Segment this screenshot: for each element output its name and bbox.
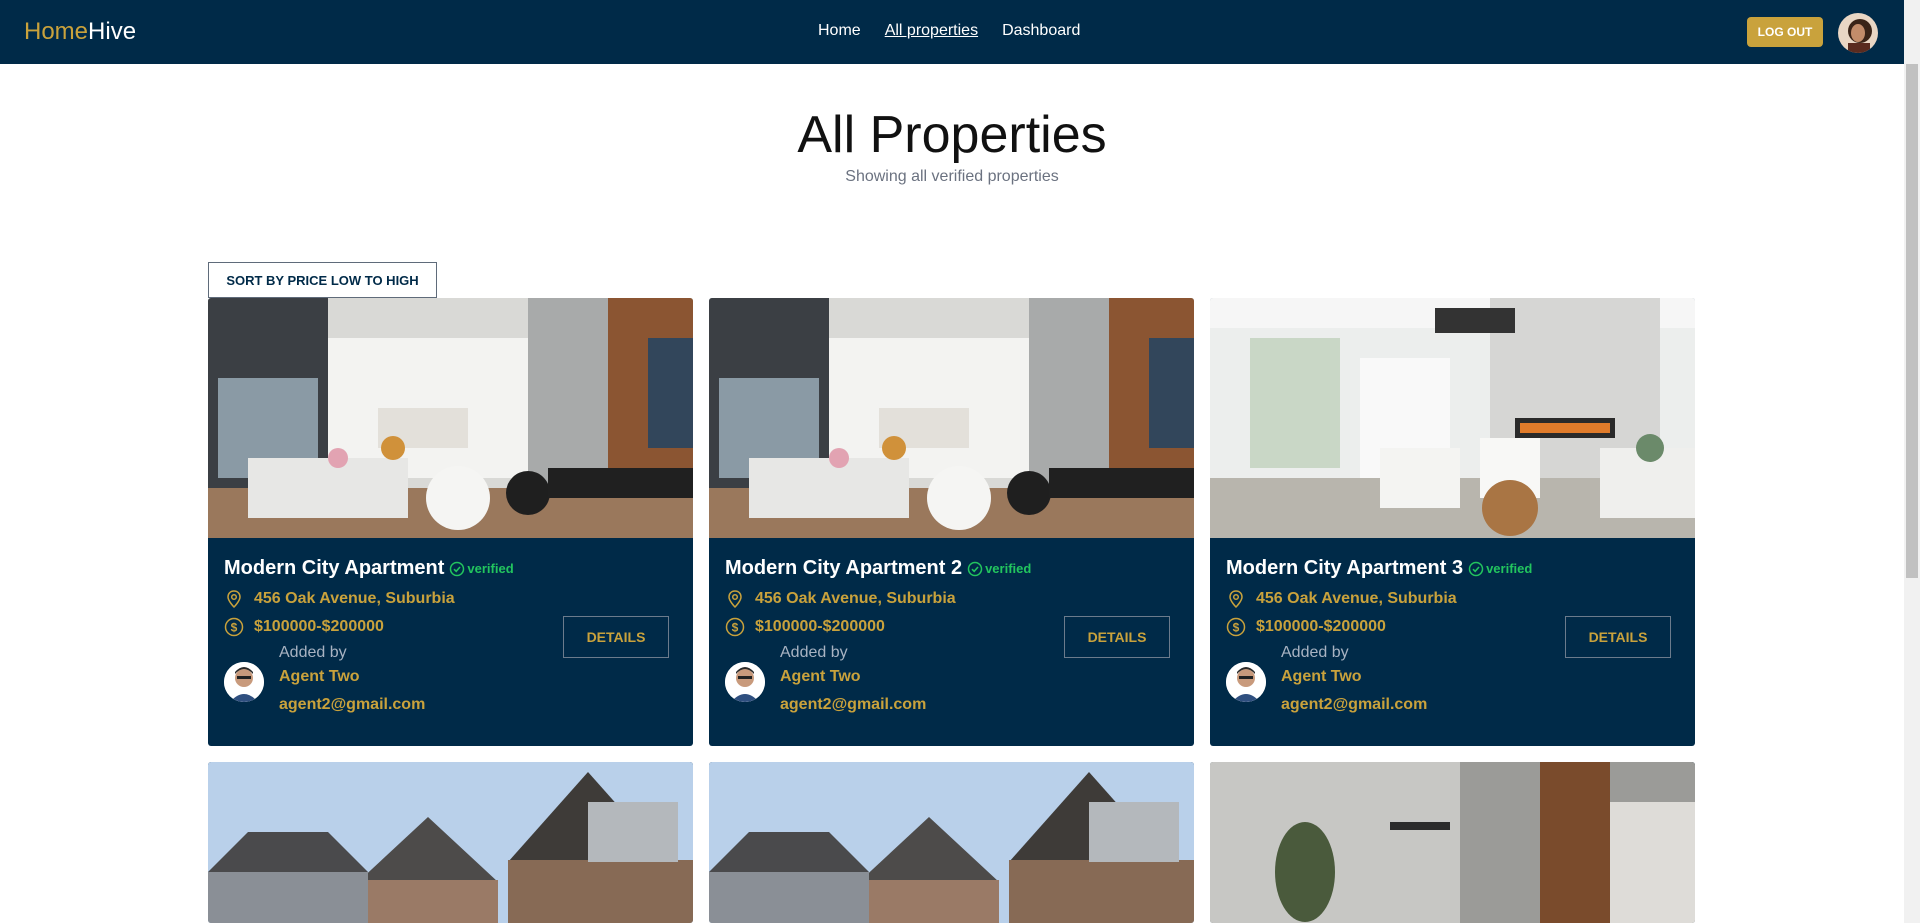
check-circle-icon <box>967 561 983 576</box>
agent-avatar <box>1226 662 1266 702</box>
svg-text:$: $ <box>1233 621 1240 635</box>
price-text: $100000-$200000 <box>755 618 885 635</box>
property-title: Modern City Apartment verified <box>224 557 514 580</box>
check-circle-icon <box>450 561 465 576</box>
price-text: $100000-$200000 <box>254 618 384 635</box>
nav-home[interactable]: Home <box>818 22 861 40</box>
agent-name: Agent Two <box>1281 668 1362 685</box>
property-price: $ $100000-$200000 <box>1226 617 1386 637</box>
property-card: Modern City Apartment 3 verified 456 Oak… <box>1210 298 1695 746</box>
dollar-circle-icon: $ <box>725 617 745 637</box>
property-title-text: Modern City Apartment 3 <box>1226 557 1464 579</box>
nav-links: Home All properties Dashboard <box>818 22 1080 40</box>
page-title: All Properties <box>797 106 1107 164</box>
property-card <box>709 762 1194 923</box>
price-text: $100000-$200000 <box>1256 618 1386 635</box>
brand-part-hive: Hive <box>88 18 137 45</box>
property-location: 456 Oak Avenue, Suburbia <box>224 589 455 609</box>
location-text: 456 Oak Avenue, Suburbia <box>254 590 455 607</box>
property-card-body: Modern City Apartment 3 verified 456 Oak… <box>1210 538 1695 746</box>
property-title-text: Modern City Apartment <box>224 557 445 579</box>
added-by-label: Added by <box>780 644 848 661</box>
logout-button[interactable]: LOG OUT <box>1747 17 1823 47</box>
location-pin-icon <box>1229 590 1243 609</box>
agent-avatar <box>725 662 765 702</box>
agent-email: agent2@gmail.com <box>1281 696 1428 713</box>
property-image <box>1210 298 1695 538</box>
details-button[interactable]: DETAILS <box>563 616 669 658</box>
property-price: $ $100000-$200000 <box>224 617 384 637</box>
property-card: Modern City Apartment verified 456 Oak A… <box>208 298 693 746</box>
check-circle-icon <box>1468 561 1484 576</box>
property-image <box>709 762 1194 923</box>
property-title: Modern City Apartment 2 verified <box>725 557 1031 580</box>
nav-dashboard[interactable]: Dashboard <box>1002 22 1080 40</box>
location-pin-icon <box>728 590 742 609</box>
property-title: Modern City Apartment 3 verified <box>1226 557 1532 580</box>
page-scrollbar-thumb[interactable] <box>1906 64 1918 578</box>
property-image <box>709 298 1194 538</box>
property-title-text: Modern City Apartment 2 <box>725 557 963 579</box>
property-price: $ $100000-$200000 <box>725 617 885 637</box>
svg-text:$: $ <box>231 621 238 635</box>
property-card-body: Modern City Apartment verified 456 Oak A… <box>208 538 693 746</box>
user-avatar[interactable] <box>1838 13 1878 53</box>
navbar: HomeHive Home All properties Dashboard L… <box>0 0 1904 64</box>
agent-name: Agent Two <box>780 668 861 685</box>
verified-label: verified <box>985 561 1032 576</box>
property-image <box>208 762 693 923</box>
added-by-label: Added by <box>279 644 347 661</box>
property-image <box>208 298 693 538</box>
verified-label: verified <box>1486 561 1533 576</box>
verified-badge: verified <box>1468 561 1532 577</box>
nav-all-properties[interactable]: All properties <box>885 22 978 40</box>
property-image <box>1210 762 1695 923</box>
brand-part-home: Home <box>24 18 89 45</box>
property-card <box>208 762 693 923</box>
property-card <box>1210 762 1695 923</box>
dollar-circle-icon: $ <box>224 617 244 637</box>
property-location: 456 Oak Avenue, Suburbia <box>1226 589 1457 609</box>
svg-text:$: $ <box>732 621 739 635</box>
property-card-body: Modern City Apartment 2 verified 456 Oak… <box>709 538 1194 746</box>
verified-label: verified <box>467 561 514 576</box>
property-card: Modern City Apartment 2 verified 456 Oak… <box>709 298 1194 746</box>
verified-badge: verified <box>449 561 514 577</box>
brand-logo[interactable]: HomeHive <box>24 18 136 46</box>
page-subtitle: Showing all verified properties <box>845 168 1059 185</box>
agent-name: Agent Two <box>279 668 360 685</box>
sort-price-button[interactable]: SORT BY PRICE LOW TO HIGH <box>208 262 437 298</box>
property-location: 456 Oak Avenue, Suburbia <box>725 589 956 609</box>
location-text: 456 Oak Avenue, Suburbia <box>1256 590 1457 607</box>
location-text: 456 Oak Avenue, Suburbia <box>755 590 956 607</box>
dollar-circle-icon: $ <box>1226 617 1246 637</box>
agent-email: agent2@gmail.com <box>279 696 426 713</box>
agent-email: agent2@gmail.com <box>780 696 927 713</box>
added-by-label: Added by <box>1281 644 1349 661</box>
details-button[interactable]: DETAILS <box>1064 616 1170 658</box>
verified-badge: verified <box>967 561 1031 577</box>
details-button[interactable]: DETAILS <box>1565 616 1671 658</box>
location-pin-icon <box>227 590 241 609</box>
agent-avatar <box>224 662 264 702</box>
